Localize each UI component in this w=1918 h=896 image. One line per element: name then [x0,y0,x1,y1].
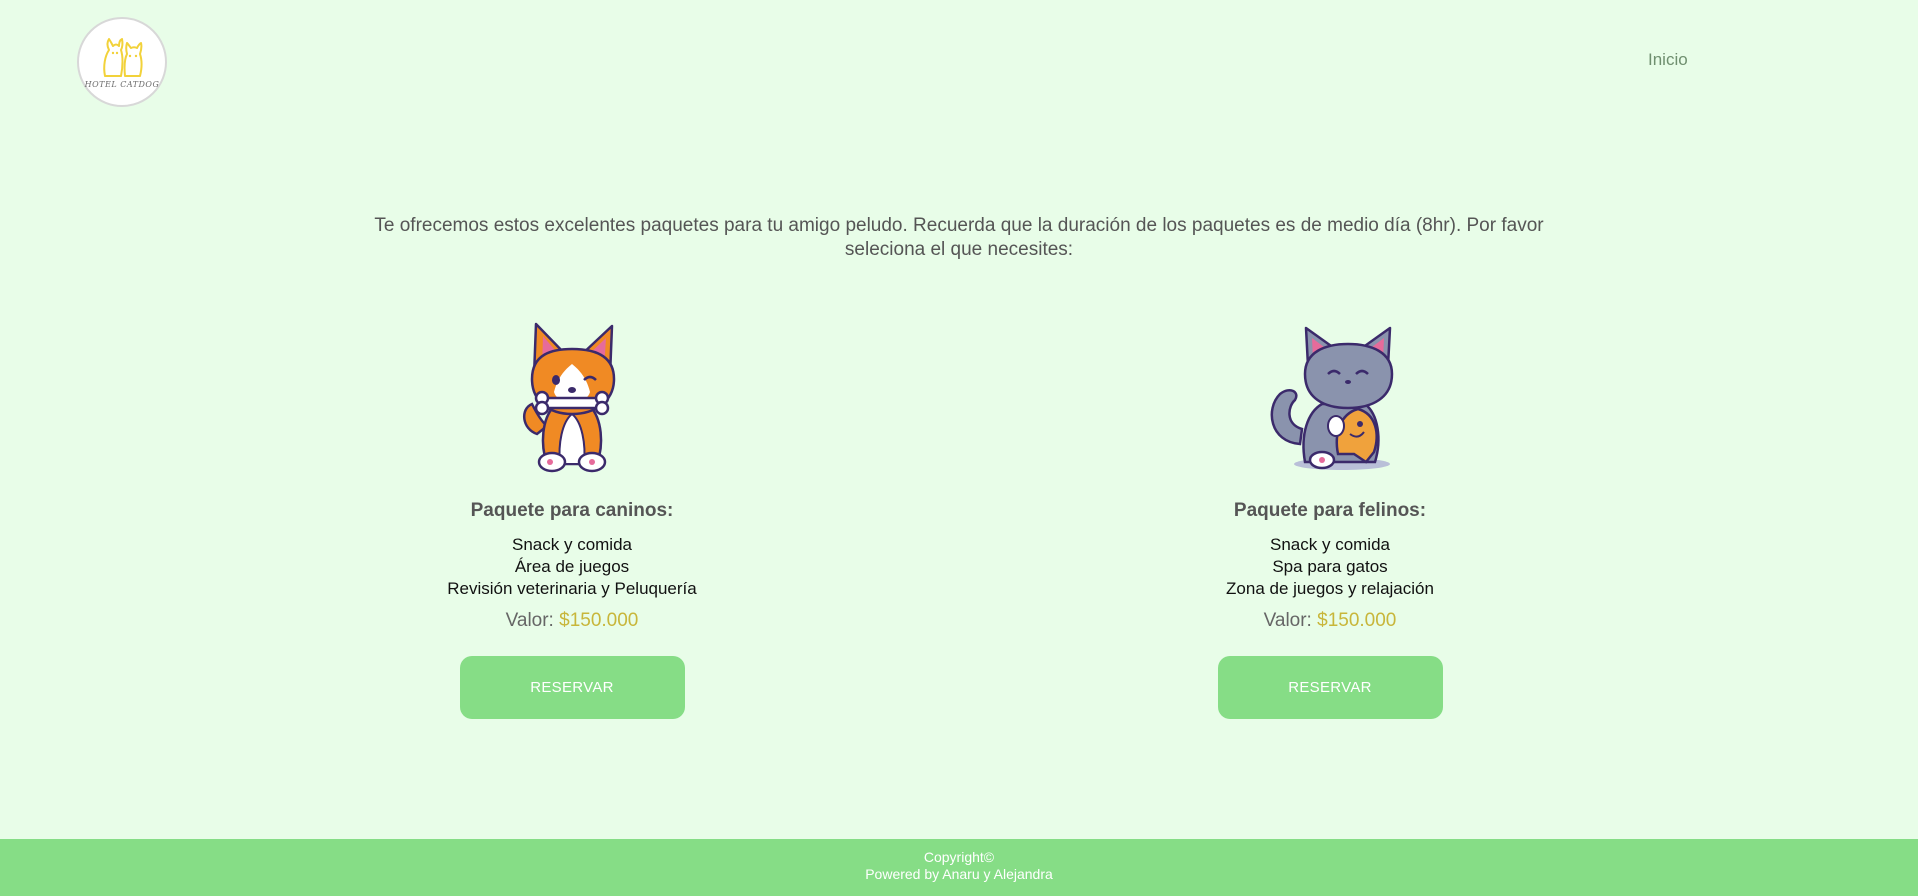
feature-item: Spa para gatos [1272,557,1388,576]
footer-powered-by: Powered by Anaru y Alejandra [865,866,1053,882]
price-value: $150.000 [1317,610,1397,631]
package-title: Paquete para felinos: [1233,500,1427,521]
intro-text: Te ofrecemos estos excelentes paquetes p… [374,215,1544,260]
nav-home-link[interactable]: Inicio [1648,50,1688,70]
footer: Copyright© Powered by Anaru y Alejandra [0,839,1918,896]
feature-item: Snack y comida [512,535,632,554]
price-label: Valor: [1263,610,1312,631]
price: Valor: $150.000 [1170,610,1490,632]
footer-copyright: Copyright© [923,849,995,865]
feature-list: Snack y comida Spa para gatos Zona de ju… [1170,534,1490,600]
reserve-button-dogs[interactable]: RESERVAR [459,656,685,719]
price-value: $150.000 [559,610,639,631]
package-card-cats: Paquete para felinos: Snack y comida Spa… [1170,314,1490,719]
cat-with-fish-icon [1270,326,1394,470]
hotel-logo[interactable]: HOTEL CATDOG [77,17,167,107]
page: HOTEL CATDOG Inicio Te ofrecemos estos e… [0,0,1918,896]
package-title: Paquete para caninos: [470,500,674,521]
feature-item: Área de juegos [514,557,630,576]
corgi-dog-icon [523,322,616,473]
feature-item: Revisión veterinaria y Peluquería [447,579,697,598]
feature-item: Zona de juegos y relajación [1226,579,1434,598]
logo-text: HOTEL CATDOG [84,79,160,89]
price-label: Valor: [505,610,554,631]
feature-list: Snack y comida Área de juegos Revisión v… [412,534,732,600]
reserve-button-cats[interactable]: RESERVAR [1217,656,1443,719]
feature-item: Snack y comida [1270,535,1390,554]
package-card-dogs: Paquete para caninos: Snack y comida Áre… [412,314,732,719]
cat-dog-logo-icon [103,37,143,77]
price: Valor: $150.000 [412,610,732,632]
